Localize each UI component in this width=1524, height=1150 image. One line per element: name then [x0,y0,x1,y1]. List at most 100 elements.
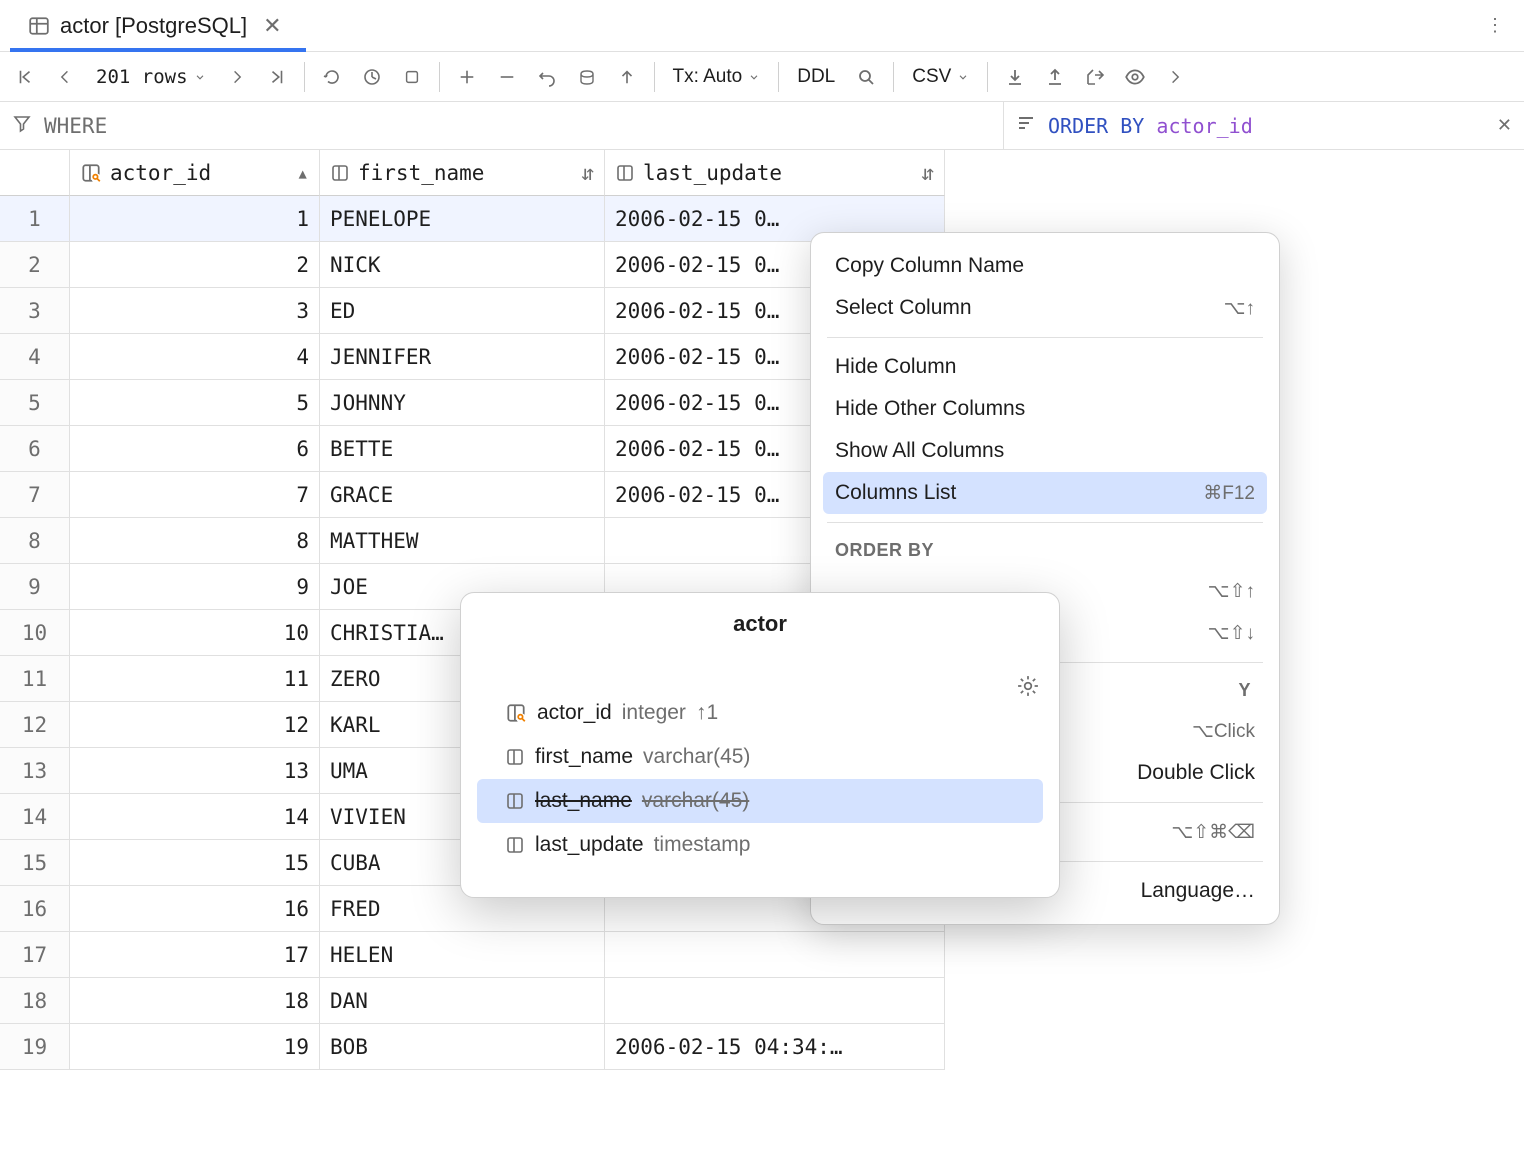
expand-button[interactable] [1156,58,1194,96]
view-button[interactable] [1116,58,1154,96]
cell-first-name[interactable]: PENELOPE [320,196,605,242]
row-number[interactable]: 16 [0,886,70,932]
menu-columns-list[interactable]: Columns List⌘F12 [823,472,1267,514]
upload-button[interactable] [1036,58,1074,96]
submit-button[interactable] [608,58,646,96]
row-number[interactable]: 9 [0,564,70,610]
primary-key-icon [505,702,527,724]
row-number[interactable]: 5 [0,380,70,426]
cell-actor-id[interactable]: 13 [70,748,320,794]
row-number[interactable]: 7 [0,472,70,518]
cell-actor-id[interactable]: 2 [70,242,320,288]
cell-last-update[interactable] [605,978,945,1024]
row-count-dropdown[interactable]: 201 rows [86,58,216,96]
column-header-first-name[interactable]: first_name ⇵ [320,150,605,196]
cancel-query-button[interactable] [353,58,391,96]
columns-popup-item[interactable]: last_update timestamp [477,823,1043,867]
commit-button[interactable] [568,58,606,96]
row-number-header[interactable] [0,150,70,196]
row-number[interactable]: 11 [0,656,70,702]
row-number[interactable]: 6 [0,426,70,472]
cell-actor-id[interactable]: 8 [70,518,320,564]
row-number[interactable]: 4 [0,334,70,380]
cell-first-name[interactable]: DAN [320,978,605,1024]
tab-bar: actor [PostgreSQL] ✕ ⋮ [0,0,1524,52]
toolbar: 201 rows Tx: Auto DDL CSV [0,52,1524,102]
sort-none-icon: ⇵ [581,161,594,185]
cell-actor-id[interactable]: 4 [70,334,320,380]
cell-first-name[interactable]: NICK [320,242,605,288]
close-icon[interactable]: ✕ [257,13,287,39]
cell-actor-id[interactable]: 19 [70,1024,320,1070]
tx-mode-dropdown[interactable]: Tx: Auto [663,58,771,96]
export-format-dropdown[interactable]: CSV [902,58,979,96]
menu-copy-column-name[interactable]: Copy Column Name [811,245,1279,287]
column-header-actor-id[interactable]: actor_id ▴ [70,150,320,196]
columns-popup-item[interactable]: actor_id integer ↑1 [477,691,1043,735]
ddl-button[interactable]: DDL [787,58,845,96]
row-number[interactable]: 10 [0,610,70,656]
cell-first-name[interactable]: BETTE [320,426,605,472]
cell-first-name[interactable]: HELEN [320,932,605,978]
prev-page-button[interactable] [46,58,84,96]
next-page-button[interactable] [218,58,256,96]
row-number[interactable]: 15 [0,840,70,886]
column-header-last-update[interactable]: last_update ⇵ [605,150,945,196]
cell-first-name[interactable]: JOHNNY [320,380,605,426]
cell-actor-id[interactable]: 3 [70,288,320,334]
cell-first-name[interactable]: ED [320,288,605,334]
cell-first-name[interactable]: MATTHEW [320,518,605,564]
cell-actor-id[interactable]: 9 [70,564,320,610]
cell-actor-id[interactable]: 15 [70,840,320,886]
cell-actor-id[interactable]: 7 [70,472,320,518]
row-number[interactable]: 1 [0,196,70,242]
stop-button[interactable] [393,58,431,96]
filter-bar: WHERE ORDER BY actor_id ✕ [0,102,1524,150]
row-number[interactable]: 18 [0,978,70,1024]
tab-actor[interactable]: actor [PostgreSQL] ✕ [10,0,306,51]
gear-icon[interactable] [1017,675,1039,703]
cell-actor-id[interactable]: 10 [70,610,320,656]
cell-first-name[interactable]: GRACE [320,472,605,518]
tab-more-icon[interactable]: ⋮ [1476,15,1514,36]
row-number[interactable]: 17 [0,932,70,978]
close-icon[interactable]: ✕ [1497,115,1512,136]
where-filter[interactable]: WHERE [0,102,1004,149]
search-button[interactable] [847,58,885,96]
columns-popup-item[interactable]: last_name varchar(45) [477,779,1043,823]
download-button[interactable] [996,58,1034,96]
cell-actor-id[interactable]: 18 [70,978,320,1024]
revert-button[interactable] [528,58,566,96]
order-by-filter[interactable]: ORDER BY actor_id ✕ [1004,102,1524,149]
first-page-button[interactable] [6,58,44,96]
cell-actor-id[interactable]: 6 [70,426,320,472]
add-row-button[interactable] [448,58,486,96]
row-number[interactable]: 8 [0,518,70,564]
menu-select-column[interactable]: Select Column⌥↑ [811,287,1279,329]
menu-show-all-columns[interactable]: Show All Columns [811,430,1279,472]
delete-row-button[interactable] [488,58,526,96]
cell-actor-id[interactable]: 12 [70,702,320,748]
row-number[interactable]: 3 [0,288,70,334]
row-number[interactable]: 12 [0,702,70,748]
row-number[interactable]: 14 [0,794,70,840]
row-number[interactable]: 2 [0,242,70,288]
row-number[interactable]: 13 [0,748,70,794]
cell-actor-id[interactable]: 16 [70,886,320,932]
cell-last-update[interactable]: 2006-02-15 04:34:… [605,1024,945,1070]
reload-button[interactable] [313,58,351,96]
cell-actor-id[interactable]: 5 [70,380,320,426]
import-button[interactable] [1076,58,1114,96]
cell-last-update[interactable] [605,932,945,978]
columns-popup-item[interactable]: first_name varchar(45) [477,735,1043,779]
cell-actor-id[interactable]: 11 [70,656,320,702]
cell-actor-id[interactable]: 1 [70,196,320,242]
menu-hide-other-columns[interactable]: Hide Other Columns [811,388,1279,430]
cell-first-name[interactable]: JENNIFER [320,334,605,380]
last-page-button[interactable] [258,58,296,96]
row-number[interactable]: 19 [0,1024,70,1070]
cell-actor-id[interactable]: 14 [70,794,320,840]
menu-hide-column[interactable]: Hide Column [811,346,1279,388]
cell-first-name[interactable]: BOB [320,1024,605,1070]
cell-actor-id[interactable]: 17 [70,932,320,978]
